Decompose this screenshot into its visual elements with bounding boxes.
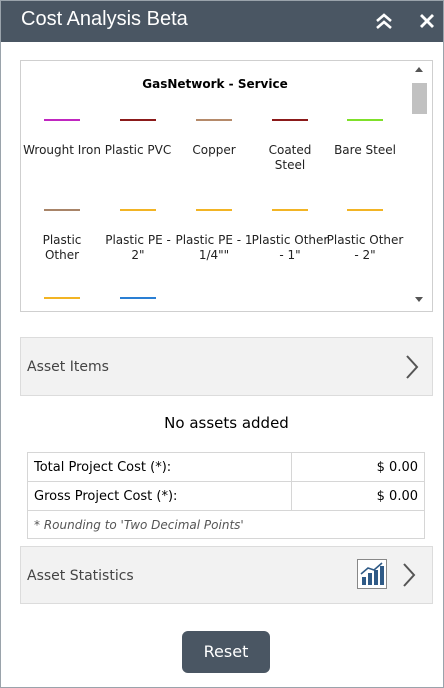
- asset-items-header[interactable]: Asset Items: [20, 337, 433, 396]
- legend-label: Copper: [192, 143, 236, 157]
- legend-swatch: [347, 119, 383, 121]
- table-row: Gross Project Cost (*): $ 0.00: [27, 481, 425, 511]
- cost-label: Total Project Cost (*):: [27, 452, 292, 482]
- legend-swatch: [120, 209, 156, 211]
- legend-label: Plastic Other - 2": [326, 233, 404, 262]
- cost-label: Gross Project Cost (*):: [27, 481, 292, 511]
- legend-swatch: [272, 209, 308, 211]
- cost-table: Total Project Cost (*): $ 0.00 Gross Pro…: [27, 452, 425, 539]
- legend-label: Plastic Other: [42, 233, 82, 262]
- bar-chart-icon[interactable]: [357, 559, 387, 589]
- legend-label: Wrought Iron: [23, 143, 101, 157]
- legend-panel[interactable]: GasNetwork - Service Wrought Iron Plasti…: [20, 60, 433, 312]
- legend-label: Coated Steel: [268, 143, 312, 172]
- scroll-down-arrow-icon[interactable]: [415, 297, 423, 302]
- legend-label: Plastic Other - 1": [251, 233, 329, 262]
- chevron-right-icon[interactable]: [404, 354, 420, 380]
- legend-swatch: [272, 119, 308, 121]
- rounding-note: * Rounding to 'Two Decimal Points': [27, 510, 425, 539]
- legend-swatch: [120, 297, 156, 299]
- reset-button[interactable]: Reset: [182, 631, 270, 673]
- no-assets-message: No assets added: [164, 414, 289, 432]
- scroll-up-arrow-icon[interactable]: [415, 67, 423, 72]
- legend-scrollbar[interactable]: [410, 61, 432, 311]
- legend-label: Plastic PE - 2": [105, 233, 171, 262]
- legend-swatch: [44, 297, 80, 299]
- asset-statistics-label: Asset Statistics: [27, 568, 134, 584]
- legend-swatch: [196, 209, 232, 211]
- asset-items-label: Asset Items: [27, 359, 109, 375]
- cost-value: $ 0.00: [291, 452, 425, 482]
- table-row: Total Project Cost (*): $ 0.00: [27, 452, 425, 482]
- asset-statistics-header[interactable]: Asset Statistics: [20, 546, 433, 604]
- legend-swatch: [196, 119, 232, 121]
- cost-value: $ 0.00: [291, 481, 425, 511]
- panel-header: Cost Analysis Beta: [1, 1, 443, 42]
- table-row: * Rounding to 'Two Decimal Points': [27, 510, 425, 539]
- chevron-right-icon[interactable]: [401, 562, 417, 588]
- legend-title: GasNetwork - Service: [142, 77, 288, 91]
- scroll-thumb[interactable]: [412, 83, 427, 114]
- legend-label: Plastic PE - 1 1/4"": [175, 233, 253, 262]
- legend-swatch: [44, 209, 80, 211]
- cost-analysis-panel: Cost Analysis Beta GasNetwork - Service …: [0, 0, 444, 688]
- legend-swatch: [44, 119, 80, 121]
- legend-label: Plastic PVC: [104, 143, 172, 157]
- panel-title: Cost Analysis Beta: [21, 8, 188, 30]
- double-chevron-up-icon[interactable]: [372, 9, 396, 33]
- legend-swatch: [120, 119, 156, 121]
- close-icon[interactable]: [415, 9, 439, 33]
- legend-swatch: [347, 209, 383, 211]
- legend-label: Bare Steel: [334, 143, 396, 157]
